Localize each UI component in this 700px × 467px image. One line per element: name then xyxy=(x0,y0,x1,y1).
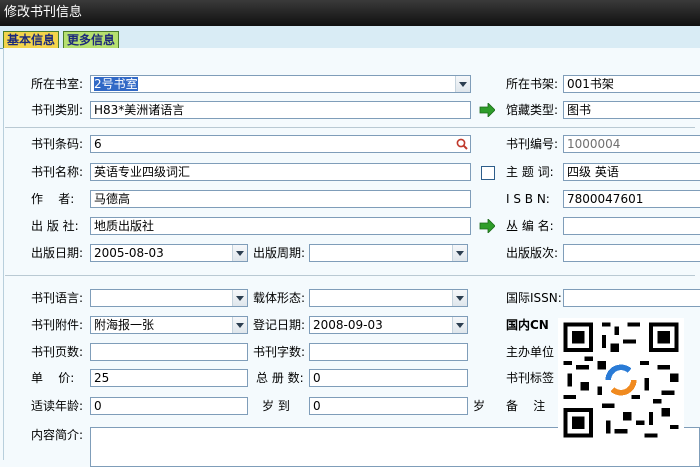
subject-value: 四级 英语 xyxy=(567,165,619,179)
age-to-field[interactable]: 0 xyxy=(309,397,468,415)
series-label: 丛 编 名: xyxy=(506,219,554,233)
chevron-down-icon[interactable] xyxy=(452,290,467,306)
isbn-value: 7800047601 xyxy=(567,192,644,206)
words-field[interactable] xyxy=(309,343,468,361)
publisher-value: 地质出版社 xyxy=(94,219,155,233)
window-title: 修改书刊信息 xyxy=(0,0,700,26)
volumes-value: 0 xyxy=(313,371,321,385)
book-name-value: 英语专业四级词汇 xyxy=(94,165,191,179)
chevron-down-icon[interactable] xyxy=(455,76,470,92)
price-field[interactable]: 25 xyxy=(90,369,248,387)
issn-field[interactable] xyxy=(563,289,700,307)
period-label: 出版周期: xyxy=(253,246,306,260)
regdate-label: 登记日期: xyxy=(253,318,306,332)
cn-label: 国内CN xyxy=(506,318,549,332)
language-label: 书刊语言: xyxy=(31,291,84,305)
pages-field[interactable] xyxy=(90,343,248,361)
barcode-label: 书刊条码: xyxy=(31,137,84,151)
chevron-down-icon[interactable] xyxy=(232,245,247,261)
location-select[interactable]: 2号书室 xyxy=(90,75,471,93)
series-field[interactable] xyxy=(563,217,700,235)
checkbox[interactable] xyxy=(481,166,495,180)
tab-basic-info[interactable]: 基本信息 xyxy=(3,31,60,48)
book-name-label: 书刊名称: xyxy=(31,165,84,179)
language-select[interactable] xyxy=(90,289,248,307)
category-label: 书刊类别: xyxy=(31,103,84,117)
age-unit-label: 岁 xyxy=(473,399,486,413)
location-label: 所在书室: xyxy=(31,77,84,91)
category-value: H83*美洲诸语言 xyxy=(94,103,185,117)
price-label: 单 价: xyxy=(31,371,75,385)
book-number-label: 书刊编号: xyxy=(506,137,559,151)
age-from-value: 0 xyxy=(94,399,102,413)
chevron-down-icon[interactable] xyxy=(452,245,467,261)
collection-type-value: 图书 xyxy=(567,103,592,117)
author-label: 作 者: xyxy=(31,192,75,206)
age-from-field[interactable]: 0 xyxy=(90,397,248,415)
shelf-select[interactable]: 001书架 xyxy=(563,75,700,93)
tab-strip: 基本信息 更多信息 xyxy=(0,26,700,49)
book-number-field[interactable]: 1000004 xyxy=(563,135,700,153)
attachment-select[interactable]: 附海报一张 xyxy=(90,316,248,334)
regdate-select[interactable]: 2008-09-03 xyxy=(309,316,468,334)
search-icon[interactable] xyxy=(456,138,468,150)
green-right-arrow-icon[interactable] xyxy=(479,103,495,117)
issn-label: 国际ISSN: xyxy=(506,291,562,305)
qr-code-icon xyxy=(558,318,684,442)
collection-type-label: 馆藏类型: xyxy=(506,103,559,117)
remark-label: 备 注 xyxy=(506,399,546,413)
pubdate-select[interactable]: 2005-08-03 xyxy=(90,244,248,262)
subject-field[interactable]: 四级 英语 xyxy=(563,163,700,181)
chevron-down-icon[interactable] xyxy=(232,290,247,306)
book-number-value: 1000004 xyxy=(567,137,621,151)
sponsor-label: 主办单位 xyxy=(506,345,555,359)
category-field[interactable]: H83*美洲诸语言 xyxy=(90,101,471,119)
pubdate-value: 2005-08-03 xyxy=(94,246,164,260)
summary-label: 内容简介: xyxy=(31,428,84,442)
shelf-label: 所在书架: xyxy=(506,77,559,91)
isbn-label: I S B N: xyxy=(506,192,550,206)
divider xyxy=(5,127,695,128)
regdate-value: 2008-09-03 xyxy=(313,318,383,332)
edition-label: 出版版次: xyxy=(506,246,559,260)
age-to-label: 岁 到 xyxy=(262,399,290,413)
tab-more-info[interactable]: 更多信息 xyxy=(63,31,120,48)
publisher-label: 出 版 社: xyxy=(31,219,79,233)
carrier-label: 载体形态: xyxy=(253,291,306,305)
shelf-value: 001书架 xyxy=(567,77,614,91)
age-label: 适读年龄: xyxy=(31,399,84,413)
carrier-select[interactable] xyxy=(309,289,468,307)
attachment-label: 书刊附件: xyxy=(31,318,84,332)
location-value: 2号书室 xyxy=(94,77,138,91)
barcode-value: 6 xyxy=(94,137,102,151)
author-value: 马德高 xyxy=(94,192,131,206)
subject-label: 主 题 词: xyxy=(506,165,554,179)
pubdate-label: 出版日期: xyxy=(31,246,84,260)
chevron-down-icon[interactable] xyxy=(232,317,247,333)
pages-label: 书刊页数: xyxy=(31,345,84,359)
volumes-field[interactable]: 0 xyxy=(309,369,468,387)
collection-type-select[interactable]: 图书 xyxy=(563,101,700,119)
volumes-label: 总 册 数: xyxy=(256,371,304,385)
period-select[interactable] xyxy=(309,244,468,262)
isbn-field[interactable]: 7800047601 xyxy=(563,190,700,208)
words-label: 书刊字数: xyxy=(253,345,306,359)
author-field[interactable]: 马德高 xyxy=(90,190,471,208)
tag-label: 书刊标签 xyxy=(506,371,555,385)
publisher-field[interactable]: 地质出版社 xyxy=(90,217,471,235)
book-name-field[interactable]: 英语专业四级词汇 xyxy=(90,163,471,181)
edition-field[interactable] xyxy=(563,244,700,262)
divider xyxy=(5,275,695,276)
attachment-value: 附海报一张 xyxy=(94,318,155,332)
green-right-arrow-icon[interactable] xyxy=(479,219,495,233)
price-value: 25 xyxy=(94,371,110,385)
barcode-field[interactable]: 6 xyxy=(90,135,471,153)
age-to-value: 0 xyxy=(313,399,321,413)
chevron-down-icon[interactable] xyxy=(452,317,467,333)
